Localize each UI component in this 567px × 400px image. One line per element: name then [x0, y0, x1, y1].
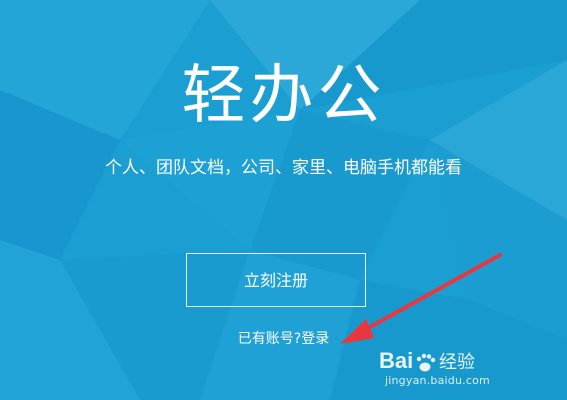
register-button[interactable]: 立刻注册 — [186, 253, 366, 307]
app-title: 轻办公 — [181, 59, 386, 133]
login-landing-screen: 轻办公 个人、团队文档，公司、家里、电脑手机都能看 立刻注册 已有账号?登录 B… — [0, 0, 567, 400]
login-link[interactable]: 登录 — [301, 331, 329, 347]
login-prompt-text: 已有账号? — [237, 331, 302, 347]
baidu-logo-icon: Bai 经验 — [379, 348, 475, 373]
baidu-jingyan-watermark: Bai 经验 jingyan.baidu.com — [379, 346, 529, 396]
app-subtitle: 个人、团队文档，公司、家里、电脑手机都能看 — [105, 158, 462, 178]
svg-text:Bai: Bai — [379, 348, 413, 373]
svg-text:经验: 经验 — [439, 352, 475, 373]
watermark-url: jingyan.baidu.com — [385, 374, 490, 387]
